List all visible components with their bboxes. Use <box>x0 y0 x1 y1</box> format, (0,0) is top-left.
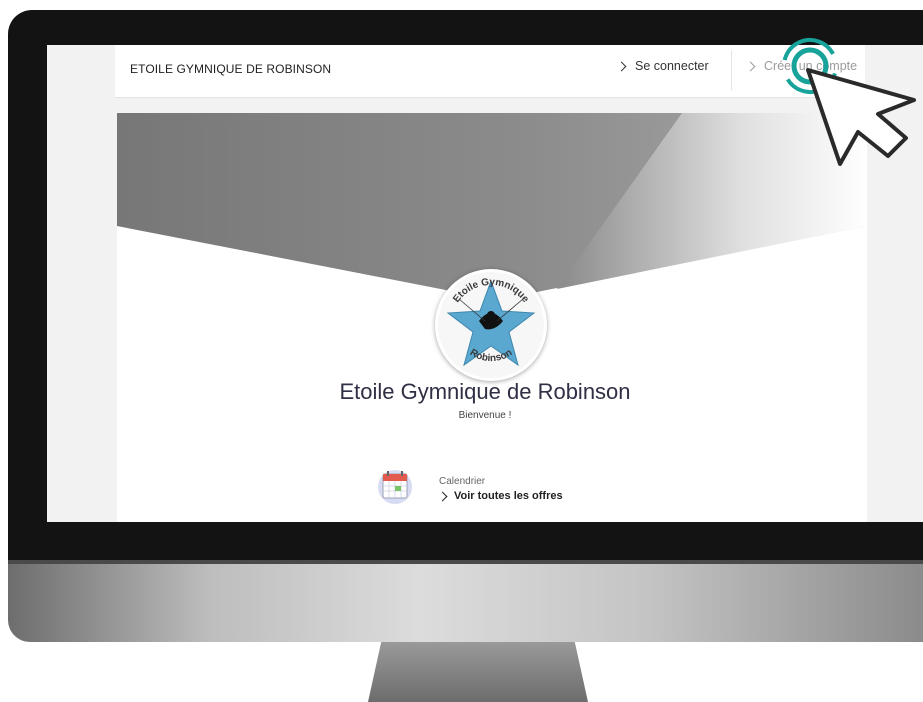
welcome-text: Bienvenue ! <box>458 410 512 421</box>
see-all-offers-label: Voir toutes les offres <box>454 490 563 502</box>
chevron-right-icon <box>437 491 448 501</box>
calendar-icon <box>377 465 413 505</box>
top-navigation-bar: ETOILE GYMNIQUE DE ROBINSON Se connecter… <box>115 45 865 98</box>
chevron-right-icon <box>616 61 627 71</box>
club-logo: Etoile Gymnique Robinson <box>435 269 547 381</box>
nav-divider <box>731 50 732 90</box>
site-title[interactable]: ETOILE GYMNIQUE DE ROBINSON <box>130 62 331 76</box>
click-cursor-overlay <box>782 38 916 166</box>
login-label: Se connecter <box>635 59 709 73</box>
chevron-right-icon <box>745 61 756 71</box>
see-all-offers-link[interactable]: Voir toutes les offres <box>437 490 563 502</box>
monitor-chin <box>8 560 923 642</box>
offers-category-label: Calendrier <box>439 476 486 487</box>
monitor-stand <box>368 642 588 702</box>
club-name: Etoile Gymnique de Robinson <box>339 379 631 404</box>
login-link[interactable]: Se connecter <box>616 59 709 73</box>
